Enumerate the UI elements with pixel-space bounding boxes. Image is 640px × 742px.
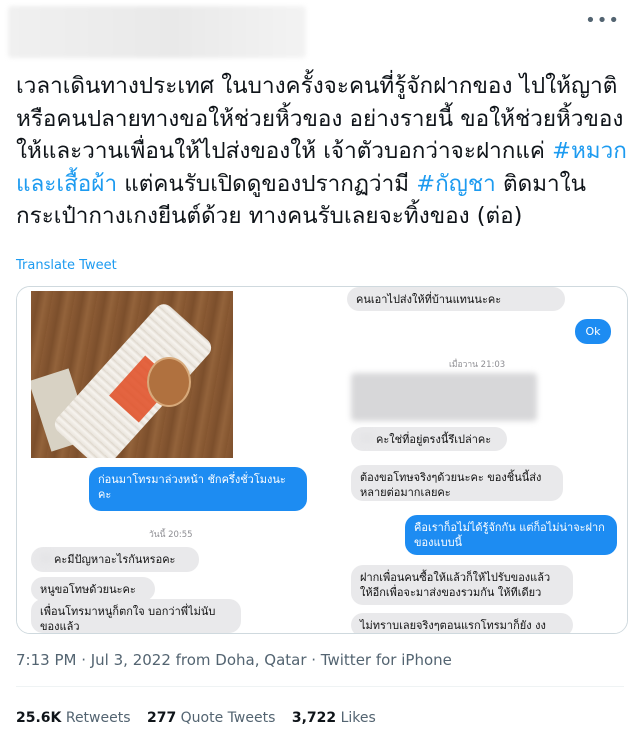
chat-timestamp: วันนี้ 20:55 — [149, 530, 193, 540]
chat-bubble-outgoing: ก่อนมาโทรมาล่วงหน้า ชักครึ่งชั่วโมงนะ คะ — [89, 467, 307, 511]
chat-bubble-incoming: ต้องขอโทษจริงๆด้วยนะคะ ของชิ้นนี้ส่ง หลา… — [351, 465, 563, 501]
more-options-icon[interactable]: ••• — [585, 10, 620, 31]
quote-tweets-label: Quote Tweets — [180, 710, 276, 726]
package-photo — [31, 291, 233, 458]
redacted-name — [40, 553, 52, 563]
chat-bubble-incoming: คนเอาไปส่งให้ที่บ้านแทนนะคะ — [347, 287, 565, 311]
chat-bubble-incoming: คะใช่ที่อยู่ตรงนี้รึเปล่าคะ — [351, 427, 507, 451]
chat-text: คือเราก็อไม่ได้รู้จักกัน แต่ก็อไม่น่าจะฝ… — [414, 521, 605, 534]
redacted-message — [351, 373, 537, 421]
translate-tweet-link[interactable]: Translate Tweet — [16, 258, 117, 273]
chat-text: เพื่อนโทรมาหนูก็ตกใจ บอกว่าพี่ไม่นับ — [40, 605, 216, 618]
chat-text: ไม่ทราบเลยจริงๆตอนแรกโทรมาก็ยัง งง — [360, 619, 546, 632]
retweets-label: Retweets — [65, 710, 131, 726]
chat-text: ก่อนมาโทรมาล่วงหน้า ชักครึ่งชั่วโมงนะ — [98, 473, 286, 486]
chat-bubble-outgoing: Ok — [575, 319, 611, 344]
chat-bubble-incoming: หนูขอโทษด้วยนะคะ — [31, 577, 155, 601]
chat-text: Ok — [585, 325, 601, 338]
chat-text: คะใช่ที่อยู่ตรงนี้รึเปล่าคะ — [376, 433, 492, 446]
likes-label: Likes — [340, 710, 376, 726]
quote-tweets-stat[interactable]: 277 Quote Tweets — [147, 710, 275, 726]
chat-text: ของแบบนี้ — [414, 536, 463, 549]
chat-text: ของแล้ว — [40, 620, 80, 633]
chat-bubble-incoming: ฝากเพื่อนคนซื้อให้แล้วก็ให้ไปรับของแล้ว … — [351, 565, 573, 605]
tweet-stats: 25.6K Retweets 277 Quote Tweets 3,722 Li… — [16, 710, 388, 726]
chat-text: ให้อีกเพื่อจะมาส่งของรวมกัน ให้ทีเดียว — [360, 586, 542, 599]
divider — [16, 686, 624, 687]
chat-text: หนูขอโทษด้วยนะคะ — [40, 583, 136, 596]
chat-timestamp: เมื่อวาน 21:03 — [449, 360, 506, 370]
chat-bubble-incoming: เพื่อนโทรมาหนูก็ตกใจ บอกว่าพี่ไม่นับ ของ… — [31, 599, 241, 633]
chat-bubble-incoming: ไม่ทราบเลยจริงๆตอนแรกโทรมาก็ยัง งง — [351, 613, 573, 633]
blurred-author-name — [8, 6, 306, 58]
retweets-count: 25.6K — [16, 710, 62, 726]
chat-text: ต้องขอโทษจริงๆด้วยนะคะ ของชิ้นนี้ส่ง — [360, 471, 542, 484]
hashtag-link[interactable]: #กัญชา — [416, 171, 496, 197]
roll-end — [147, 357, 191, 407]
tweet-text-part: เวลาเดินทางประเทศ ในบางครั้งจะคนที่รู้จั… — [16, 73, 624, 165]
chat-bubble-incoming: คะมีปัญหาอะไรกันหรอคะ — [31, 547, 199, 572]
tweet-text: เวลาเดินทางประเทศ ในบางครั้งจะคนที่รู้จั… — [16, 70, 628, 233]
tweet-timestamp[interactable]: 7:13 PM · Jul 3, 2022 from Doha, Qatar ·… — [16, 651, 452, 669]
chat-screenshot-left[interactable]: ก่อนมาโทรมาล่วงหน้า ชักครึ่งชั่วโมงนะ คะ… — [17, 287, 319, 633]
chat-text: คะ — [98, 488, 112, 501]
chat-text: ฝากเพื่อนคนซื้อให้แล้วก็ให้ไปรับของแล้ว — [360, 571, 551, 584]
redacted-name — [360, 433, 374, 443]
tweet-text-part: แต่คนรับเปิดดูของปรากฏว่ามี — [117, 170, 417, 197]
likes-stat[interactable]: 3,722 Likes — [292, 710, 376, 726]
chat-text: หลายต่อมากเลยคะ — [360, 486, 451, 499]
likes-count: 3,722 — [291, 710, 337, 726]
retweets-stat[interactable]: 25.6K Retweets — [16, 710, 131, 726]
quote-tweets-count: 277 — [146, 710, 177, 726]
chat-text: คะมีปัญหาอะไรกันหรอคะ — [54, 553, 176, 566]
tweet-media[interactable]: ก่อนมาโทรมาล่วงหน้า ชักครึ่งชั่วโมงนะ คะ… — [16, 286, 628, 634]
chat-screenshot-right[interactable]: คนเอาไปส่งให้ที่บ้านแทนนะคะ Ok เมื่อวาน … — [323, 287, 627, 633]
chat-bubble-outgoing: คือเราก็อไม่ได้รู้จักกัน แต่ก็อไม่น่าจะฝ… — [405, 515, 617, 555]
chat-text: คนเอาไปส่งให้ที่บ้านแทนนะคะ — [356, 293, 502, 306]
